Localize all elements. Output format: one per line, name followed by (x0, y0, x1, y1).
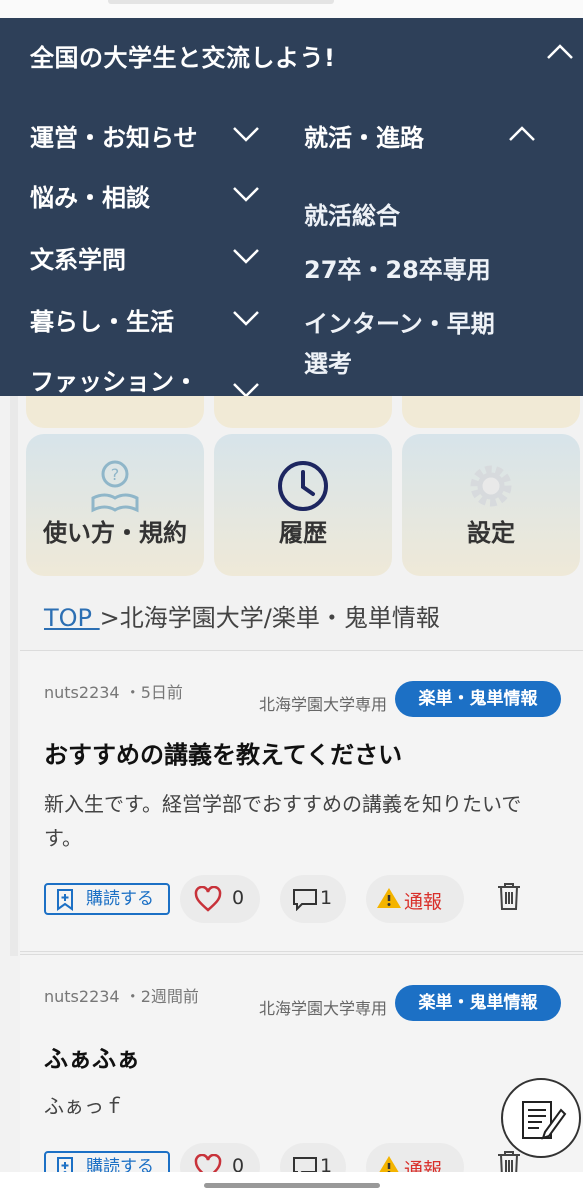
post-meta: nuts2234 ・5日前 (44, 679, 183, 703)
gear-icon (470, 465, 512, 507)
like-button[interactable]: 0 (180, 875, 260, 923)
compose-icon (522, 1101, 567, 1140)
post-author[interactable]: nuts2234 (44, 987, 120, 1006)
divider (10, 396, 18, 956)
post-time: ・5日前 (124, 683, 183, 702)
menu-title[interactable]: 全国の大学生と交流しよう! (30, 38, 335, 73)
tile-partial[interactable] (402, 396, 580, 428)
post-body: ふぁっｆ (44, 1094, 124, 1118)
breadcrumb-top-link[interactable]: TOP (44, 604, 100, 632)
post-title[interactable]: ふぁふぁ (44, 1039, 140, 1074)
menu-category-announcements[interactable]: 運営・お知らせ (30, 118, 198, 153)
post-card[interactable]: nuts2234 ・2週間前 北海学園大学専用 楽単・鬼単情報 ふぁふぁ ふぁっ… (20, 954, 583, 1200)
tile-partial[interactable] (26, 396, 204, 428)
breadcrumb-path: >北海学園大学/楽単・鬼単情報 (99, 604, 440, 632)
breadcrumb: TOP >北海学園大学/楽単・鬼単情報 (44, 598, 440, 633)
tile-settings[interactable]: 設定 (402, 434, 580, 576)
comment-count: 1 (320, 887, 333, 909)
notch-area (108, 0, 334, 4)
heart-icon (194, 886, 222, 912)
submenu-item-graduating-class[interactable]: 27卒・28卒専用 (304, 250, 491, 285)
subscribe-label: 購読する (86, 889, 154, 909)
compose-button[interactable] (501, 1078, 581, 1158)
submenu-item-career-general[interactable]: 就活総合 (304, 196, 400, 231)
tile-partial[interactable] (214, 396, 392, 428)
post-card[interactable]: nuts2234 ・5日前 北海学園大学専用 楽単・鬼単情報 おすすめの講義を教… (20, 650, 583, 952)
post-actions: 購読する 0 1 通報 (44, 875, 564, 923)
category-tag[interactable]: 楽単・鬼単情報 (395, 985, 561, 1021)
post-title[interactable]: おすすめの講義を教えてください (44, 735, 402, 770)
chevron-up-icon[interactable] (547, 42, 573, 62)
tile-label: 設定 (467, 519, 515, 547)
svg-text:?: ? (111, 465, 120, 484)
report-button[interactable]: 通報 (366, 875, 464, 923)
post-university: 北海学園大学専用 (258, 695, 387, 714)
tile-label: 使い方・規約 (43, 519, 187, 547)
chevron-down-icon[interactable] (233, 380, 259, 396)
chevron-down-icon[interactable] (233, 124, 259, 144)
help-book-icon: ? (91, 460, 139, 513)
submenu-item-internship-cont[interactable]: 選考 (304, 344, 352, 379)
post-meta: nuts2234 ・2週間前 (44, 983, 199, 1007)
post-time: ・2週間前 (124, 987, 199, 1006)
menu-category-career[interactable]: 就活・進路 (304, 118, 424, 153)
category-menu: 全国の大学生と交流しよう! 運営・お知らせ 悩み・相談 文系学問 暮らし・生活 … (0, 18, 583, 396)
comment-button[interactable]: 1 (280, 875, 346, 923)
comment-icon (293, 889, 317, 911)
home-indicator[interactable] (204, 1183, 380, 1188)
report-label: 通報 (404, 891, 443, 913)
submenu-item-internship[interactable]: インターン・早期 (304, 304, 495, 339)
chevron-down-icon[interactable] (233, 246, 259, 266)
warning-icon (377, 888, 401, 908)
tile-history[interactable]: 履歴 (214, 434, 392, 576)
menu-category-fashion[interactable]: ファッション・ (30, 362, 198, 396)
tile-help[interactable]: ? 使い方・規約 (26, 434, 204, 576)
status-bar (0, 0, 583, 18)
menu-category-life[interactable]: 暮らし・生活 (30, 302, 174, 337)
post-body: 新入生です。経営学部でおすすめの講義を知りたいです。 (44, 792, 522, 850)
chevron-down-icon[interactable] (233, 308, 259, 328)
chevron-up-icon[interactable] (509, 124, 535, 144)
menu-category-worries[interactable]: 悩み・相談 (30, 178, 150, 213)
main-content: ? 使い方・規約 履歴 設定 TOP >北海学園大学/楽単・鬼単情報 nuts2… (0, 396, 583, 1200)
post-university: 北海学園大学専用 (258, 999, 387, 1018)
clock-icon (278, 461, 328, 511)
category-tag[interactable]: 楽単・鬼単情報 (395, 681, 561, 717)
menu-category-humanities[interactable]: 文系学問 (30, 240, 126, 275)
chevron-down-icon[interactable] (233, 184, 259, 204)
trash-icon[interactable] (496, 881, 522, 911)
subscribe-button[interactable]: 購読する (44, 883, 170, 915)
like-count: 0 (232, 887, 245, 909)
home-indicator-bar (0, 1172, 583, 1200)
tile-label: 履歴 (279, 519, 327, 547)
post-author[interactable]: nuts2234 (44, 683, 120, 702)
bookmark-icon (57, 889, 73, 911)
